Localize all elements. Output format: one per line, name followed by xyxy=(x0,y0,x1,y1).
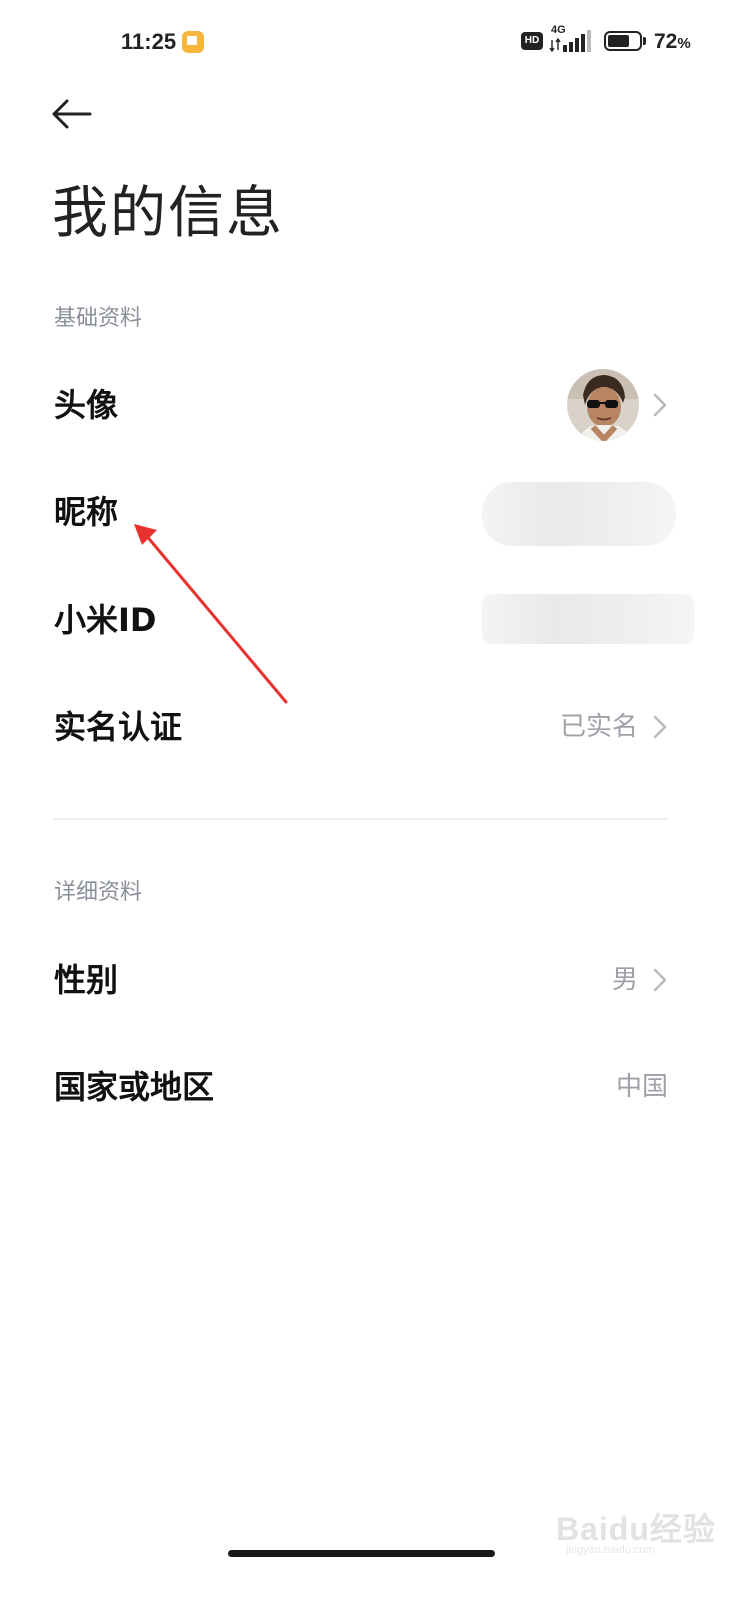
status-time: 11:25 xyxy=(121,29,177,54)
row-mi-id[interactable]: 小米ID xyxy=(0,570,738,670)
battery-tip xyxy=(643,37,646,45)
mi-id-value-redacted xyxy=(482,594,694,644)
row-real-name-value: 已实名 xyxy=(559,712,638,742)
row-avatar-label: 头像 xyxy=(54,386,119,424)
avatar-image xyxy=(567,369,639,441)
signal-icon xyxy=(549,30,591,52)
row-region-value: 中国 xyxy=(615,1072,668,1102)
row-real-name[interactable]: 实名认证 已实名 xyxy=(0,677,738,777)
chevron-right-icon xyxy=(653,393,667,417)
battery-percent: 72% xyxy=(654,27,691,59)
watermark-url: jingyan.baidu.com xyxy=(566,1544,655,1556)
notification-icon xyxy=(182,31,204,53)
hd-badge: HD xyxy=(521,32,543,50)
avatar[interactable] xyxy=(567,369,639,441)
back-arrow-icon[interactable] xyxy=(44,90,100,140)
chevron-right-icon xyxy=(653,968,667,992)
row-avatar[interactable]: 头像 xyxy=(0,355,738,455)
battery-number: 72 xyxy=(654,30,678,53)
row-region[interactable]: 国家或地区 中国 xyxy=(0,1037,738,1137)
chevron-right-icon xyxy=(653,715,667,739)
row-gender-value: 男 xyxy=(611,965,638,995)
row-mi-id-label: 小米ID xyxy=(54,601,157,639)
battery-icon xyxy=(604,31,642,51)
section-label-basic: 基础资料 xyxy=(54,306,143,331)
row-real-name-label: 实名认证 xyxy=(54,708,183,746)
home-indicator[interactable] xyxy=(228,1550,495,1557)
row-region-label: 国家或地区 xyxy=(54,1068,215,1106)
row-gender-label: 性别 xyxy=(54,961,119,999)
battery-unit: % xyxy=(677,35,691,52)
battery-fill xyxy=(608,35,629,47)
row-gender[interactable]: 性别 男 xyxy=(0,930,738,1030)
nickname-value-redacted xyxy=(482,482,676,546)
section-label-detail: 详细资料 xyxy=(54,880,143,905)
page-title: 我的信息 xyxy=(52,181,284,246)
row-nickname[interactable]: 昵称 xyxy=(0,462,738,562)
row-nickname-label: 昵称 xyxy=(54,493,119,531)
section-divider xyxy=(54,818,668,820)
